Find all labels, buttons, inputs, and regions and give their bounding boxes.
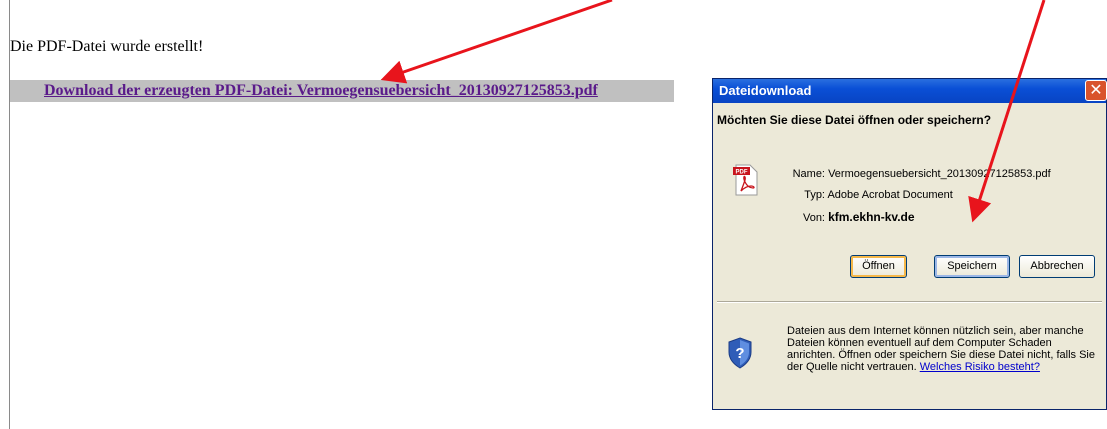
open-button[interactable]: Öffnen — [850, 255, 907, 278]
pdf-download-link[interactable]: Download der erzeugten PDF-Datei: Vermoe… — [44, 82, 598, 100]
security-warning: Dateien aus dem Internet können nützlich… — [787, 325, 1099, 373]
risk-info-link[interactable]: Welches Risiko besteht? — [920, 361, 1040, 373]
pdf-file-icon: PDF — [733, 164, 758, 196]
svg-text:?: ? — [735, 345, 744, 362]
arrow-to-download-link — [380, 0, 613, 84]
dialog-title: Dateidownload — [719, 83, 812, 98]
type-label: Typ: — [804, 189, 825, 201]
cancel-button[interactable]: Abbrechen — [1019, 255, 1095, 278]
dialog-titlebar[interactable]: Dateidownload ✕ — [713, 79, 1107, 103]
from-row: Von: kfm.ekhn-kv.de — [791, 210, 915, 224]
close-icon[interactable]: ✕ — [1085, 80, 1107, 101]
type-value: Adobe Acrobat Document — [827, 189, 953, 201]
security-shield-icon: ? — [728, 337, 752, 369]
file-download-dialog: Dateidownload ✕ Möchten Sie diese Datei … — [712, 78, 1107, 410]
type-row: Typ: Adobe Acrobat Document — [791, 189, 953, 201]
page-left-border — [9, 0, 10, 429]
from-label: Von: — [802, 212, 825, 224]
name-row: Name: Vermoegensuebersicht_2013092712585… — [791, 168, 1051, 180]
name-label: Name: — [792, 168, 825, 180]
dialog-question: Möchten Sie diese Datei öffnen oder spei… — [717, 113, 992, 127]
dialog-separator — [717, 301, 1102, 303]
name-value: Vermoegensuebersicht_20130927125853.pdf — [828, 168, 1051, 180]
save-button[interactable]: Speichern — [934, 255, 1010, 278]
from-value: kfm.ekhn-kv.de — [828, 210, 915, 224]
status-message: Die PDF-Datei wurde erstellt! — [10, 38, 204, 55]
pdf-icon-label: PDF — [736, 170, 748, 176]
